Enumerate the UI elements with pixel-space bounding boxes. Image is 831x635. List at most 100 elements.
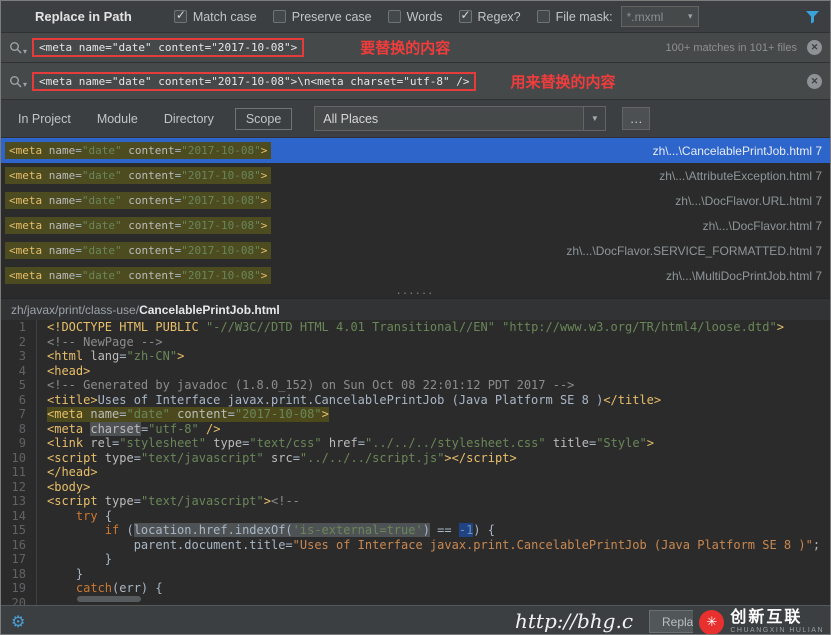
- option-words[interactable]: Words: [388, 10, 443, 24]
- scope-mode-directory[interactable]: Directory: [159, 108, 219, 130]
- code-token: "2017-10-08": [181, 269, 260, 282]
- code-token: if: [105, 523, 119, 537]
- result-row[interactable]: <meta name="date" content="2017-10-08">z…: [1, 188, 830, 213]
- scope-browse-button[interactable]: …: [622, 107, 650, 130]
- code-text: <html lang="zh-CN">: [47, 349, 184, 364]
- code-line[interactable]: 16 parent.document.title="Uses of Interf…: [1, 538, 830, 553]
- code-text: parent.document.title="Uses of Interface…: [47, 538, 820, 553]
- code-line[interactable]: 10<script type="text/javascript" src="..…: [1, 451, 830, 466]
- results-list: <meta name="date" content="2017-10-08"> z…: [1, 138, 830, 288]
- code-token: 'is-external=true': [293, 523, 423, 537]
- file-mask-combo[interactable]: *.mxml ▾: [621, 6, 699, 27]
- horizontal-scrollbar[interactable]: [77, 596, 141, 602]
- code-token: =: [119, 407, 126, 421]
- code-text: <body>: [47, 480, 90, 495]
- code-line[interactable]: 1<!DOCTYPE HTML PUBLIC "-//W3C//DTD HTML…: [1, 320, 830, 335]
- code-line[interactable]: 5<!-- Generated by javadoc (1.8.0_152) o…: [1, 378, 830, 393]
- result-row[interactable]: <meta name="date" content="2017-10-08">z…: [1, 163, 830, 188]
- brand-logo-icon: ✳: [699, 610, 724, 635]
- code-token: "http://www.w3.org/TR/html4/loose.dtd": [502, 320, 777, 334]
- code-text: if (location.href.indexOf('is-external=t…: [47, 523, 495, 538]
- code-line[interactable]: 12<body>: [1, 480, 830, 495]
- breadcrumb-file[interactable]: CancelablePrintJob.html: [139, 303, 280, 317]
- code-line[interactable]: 15 if (location.href.indexOf('is-externa…: [1, 523, 830, 538]
- replace-field-row[interactable]: ▾ <meta name="date" content="2017-10-08"…: [1, 63, 830, 100]
- code-line[interactable]: 17 }: [1, 552, 830, 567]
- filter-icon[interactable]: [805, 10, 820, 24]
- code-token: (err) {: [112, 581, 163, 595]
- code-line[interactable]: 13<script type="text/javascript"><!--: [1, 494, 830, 509]
- code-token: =: [75, 219, 82, 232]
- breadcrumb-path[interactable]: zh/javax/print/class-use/: [11, 303, 139, 317]
- option-regex[interactable]: Regex?: [459, 10, 521, 24]
- code-token: name: [49, 269, 76, 282]
- code-token: "../../../stylesheet.css": [365, 436, 546, 450]
- code-line[interactable]: 4<head>: [1, 364, 830, 379]
- line-number: 18: [1, 567, 37, 582]
- code-token: >: [177, 349, 184, 363]
- clear-replace-icon[interactable]: ✕: [807, 74, 822, 89]
- code-token: title: [553, 436, 589, 450]
- code-token: =: [134, 494, 141, 508]
- code-token: [170, 407, 177, 421]
- code-token: parent.document.title=: [134, 538, 293, 552]
- code-token: >: [261, 219, 268, 232]
- code-line[interactable]: 11</head>: [1, 465, 830, 480]
- line-number: 1: [1, 320, 37, 335]
- brand-text: 创新互联 CHUANGXIN HULIAN: [730, 610, 824, 634]
- replace-value[interactable]: <meta name="date" content="2017-10-08">\…: [39, 75, 469, 88]
- scope-mode-module[interactable]: Module: [92, 108, 143, 130]
- code-token: [264, 451, 271, 465]
- code-token: "zh-CN": [127, 349, 178, 363]
- code-token: >: [261, 244, 268, 257]
- settings-gear-icon[interactable]: ⚙: [11, 612, 25, 632]
- code-token: <head>: [47, 364, 90, 378]
- match-text: <meta name="date" content="2017-10-08">: [5, 217, 271, 234]
- code-token: </head>: [47, 465, 98, 479]
- code-token: "../../../script.js": [300, 451, 445, 465]
- option-match-case[interactable]: Match case: [174, 10, 257, 24]
- clear-search-icon[interactable]: ✕: [807, 40, 822, 55]
- scope-mode-scope[interactable]: Scope: [235, 108, 292, 130]
- option-file-mask[interactable]: File mask:: [537, 10, 613, 24]
- checkbox-icon: [273, 10, 286, 23]
- brand-name: 创新互联: [730, 610, 824, 627]
- result-row[interactable]: <meta name="date" content="2017-10-08">z…: [1, 238, 830, 263]
- scope-select[interactable]: All Places ▼: [314, 106, 606, 131]
- code-token: "2017-10-08": [235, 407, 322, 421]
- scope-mode-in-project[interactable]: In Project: [13, 108, 76, 130]
- code-text: try {: [47, 509, 112, 524]
- result-row[interactable]: <meta name="date" content="2017-10-08"> z…: [1, 213, 830, 238]
- search-query[interactable]: <meta name="date" content="2017-10-08">: [39, 41, 297, 54]
- code-line[interactable]: 18 }: [1, 567, 830, 582]
- code-line[interactable]: 6<title>Uses of Interface javax.print.Ca…: [1, 393, 830, 408]
- line-number: 19: [1, 581, 37, 596]
- result-row[interactable]: <meta name="date" content="2017-10-08">z…: [1, 138, 830, 163]
- code-line[interactable]: 9<link rel="stylesheet" type="text/css" …: [1, 436, 830, 451]
- search-history-chevron-icon[interactable]: ▾: [23, 47, 27, 56]
- watermark-brand: ✳ 创新互联 CHUANGXIN HULIAN: [693, 608, 824, 635]
- search-icon: [9, 41, 22, 54]
- code-token: [47, 581, 76, 595]
- code-token: [546, 436, 553, 450]
- code-line[interactable]: 7<meta name="date" content="2017-10-08">: [1, 407, 830, 422]
- code-preview-editor[interactable]: 1<!DOCTYPE HTML PUBLIC "-//W3C//DTD HTML…: [1, 320, 830, 605]
- splitter-handle[interactable]: ······: [1, 288, 830, 298]
- code-line[interactable]: 8<meta charset="utf-8" />: [1, 422, 830, 437]
- line-number: 15: [1, 523, 37, 538]
- result-file-label: zh\...\DocFlavor.html 7: [703, 219, 822, 233]
- code-line[interactable]: 3<html lang="zh-CN">: [1, 349, 830, 364]
- checkbox-icon: [174, 10, 187, 23]
- code-line[interactable]: 2<!-- NewPage -->: [1, 335, 830, 350]
- replace-history-chevron-icon[interactable]: ▾: [23, 80, 27, 89]
- code-token: "stylesheet": [119, 436, 206, 450]
- code-line[interactable]: 14 try {: [1, 509, 830, 524]
- scope-selected-value: All Places: [323, 112, 378, 126]
- code-line[interactable]: 19 catch(err) {: [1, 581, 830, 596]
- search-field-row[interactable]: ▾ <meta name="date" content="2017-10-08"…: [1, 33, 830, 63]
- chevron-down-icon[interactable]: ▼: [583, 107, 605, 130]
- code-token: >: [777, 320, 784, 334]
- result-file-label: zh\...\CancelablePrintJob.html 7: [653, 144, 822, 158]
- option-preserve-case[interactable]: Preserve case: [273, 10, 372, 24]
- code-token: <meta: [47, 422, 90, 436]
